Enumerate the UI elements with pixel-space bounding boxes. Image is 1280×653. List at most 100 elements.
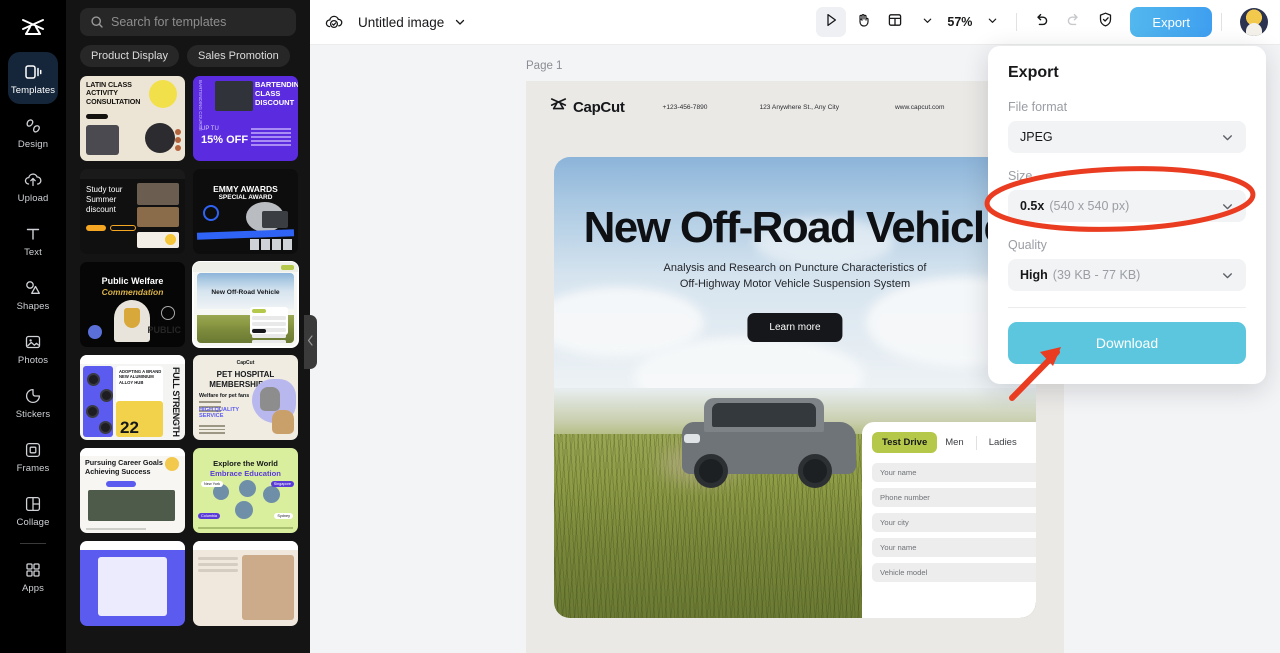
form-tab-men[interactable]: Men [937, 432, 971, 453]
text-icon [22, 223, 44, 245]
upload-icon [22, 169, 44, 191]
quality-select[interactable]: High (39 KB - 77 KB) [1008, 259, 1246, 291]
sidebar-item-label: Design [17, 138, 49, 150]
zoom-level[interactable]: 57% [944, 15, 975, 29]
redo-button[interactable] [1058, 7, 1088, 37]
toolbar-right-group: 57% Export [816, 7, 1280, 37]
learn-more-button[interactable]: Learn more [747, 313, 843, 342]
sidebar-item-upload[interactable]: Upload [8, 160, 58, 212]
sidebar-item-templates[interactable]: Templates [8, 52, 58, 104]
template-photo [145, 123, 175, 153]
hand-icon [855, 12, 871, 33]
template-card-emmy-awards[interactable]: EMMY AWARDS SPECIAL AWARD [193, 169, 298, 254]
template-service-label: HIGH QUALITY SERVICE [199, 406, 240, 420]
sidebar-item-label: Upload [17, 192, 49, 204]
template-subtitle: Welfare for pet fans [199, 393, 250, 399]
canvas-headline[interactable]: New Off-Road Vehicle [554, 203, 1036, 253]
search-input[interactable] [111, 15, 286, 29]
template-card-pet-hospital[interactable]: CapCut PET HOSPITAL MEMBERSHIP DAY Welfa… [193, 355, 298, 440]
chevron-down-icon[interactable] [454, 16, 466, 28]
template-vertical-title: FULL STRENGTH [171, 367, 181, 437]
template-card-study-tour[interactable]: Study tour Summer discount [80, 169, 185, 254]
form-field-phone[interactable]: Phone number [872, 488, 1036, 507]
size-label: Size [1008, 169, 1033, 183]
layout-tool-button[interactable] [880, 7, 910, 37]
design-canvas[interactable]: CapCut +123-456-7890 123 Anywhere St., A… [526, 81, 1064, 653]
toolbar-divider [1016, 13, 1018, 31]
template-card-hand[interactable] [193, 541, 298, 626]
capcut-logo[interactable] [0, 6, 66, 50]
template-cta [86, 225, 106, 231]
sidebar-item-photos[interactable]: Photos [8, 322, 58, 374]
shield-button[interactable] [1090, 7, 1120, 37]
chevron-down-icon [1221, 131, 1234, 144]
chip-product-display[interactable]: Product Display [80, 45, 180, 67]
template-body-lines [198, 557, 238, 575]
campus-tag: Columbia [198, 513, 221, 519]
zoom-chevron-button[interactable] [977, 7, 1007, 37]
sidebar-item-label: Collage [16, 516, 50, 528]
template-title: ADOPTING A BRAND NEW ALUMINIUM ALLOY HUB [119, 369, 162, 385]
layout-chevron-button[interactable] [912, 7, 942, 37]
file-format-select[interactable]: JPEG [1008, 121, 1246, 153]
export-panel-title: Export [1008, 64, 1059, 81]
template-card-bartending[interactable]: BARTENDING COURSE BARTENDING CLASS DISCO… [193, 76, 298, 161]
sidebar-item-stickers[interactable]: Stickers [8, 376, 58, 428]
cloud-check-icon[interactable] [324, 12, 344, 32]
template-card-off-road-vehicle[interactable]: New Off-Road Vehicle [192, 261, 299, 348]
search-bar[interactable] [80, 8, 296, 36]
select-tool-button[interactable] [816, 7, 847, 37]
sidebar-item-label: Frames [16, 462, 50, 474]
canvas-subtitle[interactable]: Analysis and Research on Puncture Charac… [554, 261, 1036, 293]
form-tabs: Test Drive Men Ladies [872, 432, 1036, 453]
quality-detail: (39 KB - 77 KB) [1052, 268, 1141, 282]
sidebar-item-shapes[interactable]: Shapes [8, 268, 58, 320]
document-title[interactable]: Untitled image [358, 15, 444, 30]
vehicle-headlight [684, 434, 700, 444]
size-select[interactable]: 0.5x (540 x 540 px) [1008, 190, 1246, 222]
filter-chips: Product Display Sales Promotion [80, 45, 290, 67]
decoration-star [88, 325, 102, 339]
canvas-brand: CapCut [550, 97, 625, 117]
canvas-form-card[interactable]: Test Drive Men Ladies Your name Phone nu… [862, 422, 1036, 618]
hand-tool-button[interactable] [848, 7, 878, 37]
template-photo [86, 125, 119, 155]
sidebar-item-apps[interactable]: Apps [8, 550, 58, 602]
campus-photo [235, 501, 253, 519]
form-tab-test-drive[interactable]: Test Drive [872, 432, 938, 453]
template-card-latin-class[interactable]: LATIN CLASS ACTIVITY CONSULTATION [80, 76, 185, 161]
vehicle-image [660, 392, 864, 510]
sidebar-item-text[interactable]: Text [8, 214, 58, 266]
export-button[interactable]: Export [1130, 7, 1212, 37]
template-navbar [193, 262, 298, 272]
sidebar-item-design[interactable]: Design [8, 106, 58, 158]
form-field-name-2[interactable]: Your name [872, 538, 1036, 557]
form-field-vehicle-model[interactable]: Vehicle model [872, 563, 1036, 582]
template-card-public-welfare[interactable]: Public Welfare Commendation PUBLIC [80, 262, 185, 347]
panel-divider [1008, 307, 1246, 308]
user-avatar[interactable] [1240, 8, 1268, 36]
template-ghost-text: PUBLIC [147, 325, 182, 335]
form-field-name[interactable]: Your name [872, 463, 1036, 482]
form-tab-ladies[interactable]: Ladies [981, 432, 1025, 453]
template-card-explore-education[interactable]: Explore the World Embrace Education New … [193, 448, 298, 533]
vehicle-wheel [798, 454, 832, 489]
undo-button[interactable] [1026, 7, 1056, 37]
template-card-purple[interactable] [80, 541, 185, 626]
template-card-full-strength[interactable]: ADOPTING A BRAND NEW ALUMINIUM ALLOY HUB… [80, 355, 185, 440]
form-field-city[interactable]: Your city [872, 513, 1036, 532]
sidebar-item-frames[interactable]: Frames [8, 430, 58, 482]
download-button[interactable]: Download [1008, 322, 1246, 364]
photos-icon [22, 331, 44, 353]
redo-icon [1065, 11, 1082, 33]
chip-sales-promotion[interactable]: Sales Promotion [187, 45, 290, 67]
size-value: 0.5x [1020, 199, 1045, 213]
template-card-career-goals[interactable]: Pursuing Career Goals Achieving Success [80, 448, 185, 533]
template-cta [281, 264, 294, 270]
sidebar-item-collage[interactable]: Collage [8, 484, 58, 536]
chevron-down-icon [1221, 200, 1234, 213]
chevron-down-icon [922, 13, 933, 31]
panel-collapse-handle[interactable] [304, 315, 317, 369]
template-photo [137, 183, 179, 205]
layout-icon [887, 12, 903, 33]
